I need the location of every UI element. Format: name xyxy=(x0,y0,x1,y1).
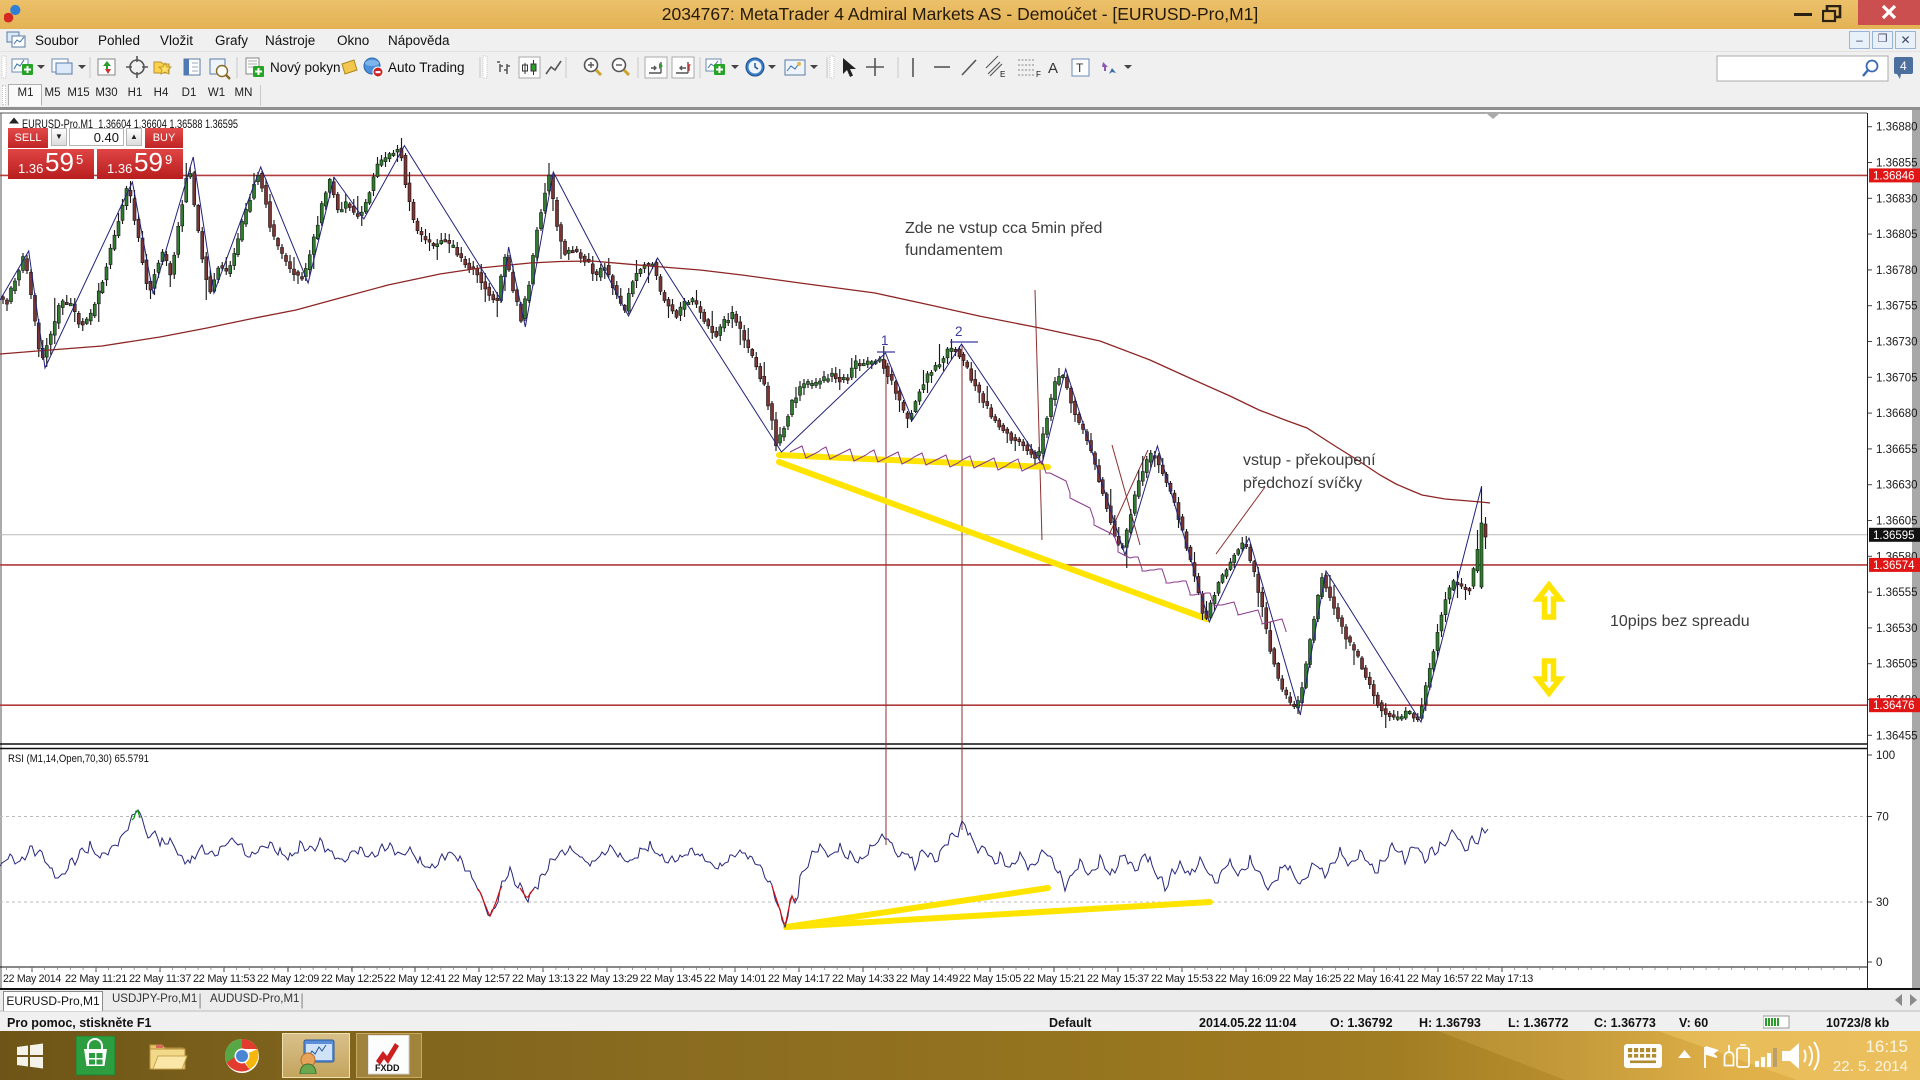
svg-text:FXDD: FXDD xyxy=(375,1063,400,1073)
svg-text:E: E xyxy=(1000,70,1005,79)
svg-text:1.36605: 1.36605 xyxy=(1876,516,1918,528)
svg-text:1: 1 xyxy=(881,333,889,348)
svg-text:Zde ne vstup cca 5min před: Zde ne vstup cca 5min před xyxy=(905,220,1102,237)
svg-text:70: 70 xyxy=(1876,812,1889,824)
svg-text:2: 2 xyxy=(955,324,963,339)
svg-text:22 May 15:05: 22 May 15:05 xyxy=(959,973,1021,985)
svg-text:22 May 12:57: 22 May 12:57 xyxy=(448,973,510,985)
svg-text:22 May 15:21: 22 May 15:21 xyxy=(1023,973,1085,985)
svg-text:fundamentem: fundamentem xyxy=(905,242,1003,259)
svg-text:předchozí svíčky: předchozí svíčky xyxy=(1243,475,1362,492)
svg-text:Nový pokyn: Nový pokyn xyxy=(270,60,341,75)
svg-text:1.36846: 1.36846 xyxy=(1873,170,1915,182)
svg-text:1.36655: 1.36655 xyxy=(1876,444,1918,456)
svg-text:22 May 17:13: 22 May 17:13 xyxy=(1471,973,1533,985)
svg-text:vstup - překoupení: vstup - překoupení xyxy=(1243,452,1376,469)
svg-text:1.36574: 1.36574 xyxy=(1873,560,1915,572)
svg-text:1.36455: 1.36455 xyxy=(1876,730,1918,742)
svg-text:1.36705: 1.36705 xyxy=(1876,372,1918,384)
svg-text:4: 4 xyxy=(1900,59,1907,73)
svg-text:22 May 16:57: 22 May 16:57 xyxy=(1407,973,1469,985)
svg-text:1.36630: 1.36630 xyxy=(1876,480,1918,492)
svg-text:22 May 15:53: 22 May 15:53 xyxy=(1151,973,1213,985)
svg-text:22 May 14:33: 22 May 14:33 xyxy=(832,973,894,985)
svg-text:100: 100 xyxy=(1876,750,1895,762)
svg-text:22 May 11:53: 22 May 11:53 xyxy=(193,973,255,985)
svg-text:1.36505: 1.36505 xyxy=(1876,659,1918,671)
svg-text:1.36780: 1.36780 xyxy=(1876,265,1918,277)
svg-text:1.36730: 1.36730 xyxy=(1876,337,1918,349)
svg-text:A: A xyxy=(1048,60,1058,77)
svg-text:1.36805: 1.36805 xyxy=(1876,229,1918,241)
svg-text:22 May 14:17: 22 May 14:17 xyxy=(768,973,830,985)
svg-text:1.36530: 1.36530 xyxy=(1876,623,1918,635)
svg-text:22 May 11:21: 22 May 11:21 xyxy=(65,973,127,985)
svg-text:22 May 14:01: 22 May 14:01 xyxy=(704,973,766,985)
svg-text:22 May 16:25: 22 May 16:25 xyxy=(1279,973,1341,985)
svg-text:1.36880: 1.36880 xyxy=(1876,122,1918,134)
svg-text:Auto Trading: Auto Trading xyxy=(388,60,465,75)
svg-text:22 May 14:49: 22 May 14:49 xyxy=(896,973,958,985)
svg-text:T: T xyxy=(1076,61,1084,75)
svg-text:1.36830: 1.36830 xyxy=(1876,193,1918,205)
svg-text:22 May 12:25: 22 May 12:25 xyxy=(321,973,383,985)
svg-text:22 May 11:37: 22 May 11:37 xyxy=(129,973,191,985)
svg-text:RSI (M1,14,Open,70,30) 65.5791: RSI (M1,14,Open,70,30) 65.5791 xyxy=(8,753,149,765)
svg-text:1.36476: 1.36476 xyxy=(1873,700,1915,712)
svg-text:22 May 2014: 22 May 2014 xyxy=(3,973,61,985)
svg-text:22 May 16:41: 22 May 16:41 xyxy=(1343,973,1405,985)
svg-text:1.36555: 1.36555 xyxy=(1876,587,1918,599)
svg-text:1.36755: 1.36755 xyxy=(1876,301,1918,313)
svg-text:10pips bez spreadu: 10pips bez spreadu xyxy=(1610,613,1750,630)
svg-text:1.36680: 1.36680 xyxy=(1876,408,1918,420)
svg-text:22 May 12:09: 22 May 12:09 xyxy=(257,973,319,985)
svg-text:22 May 13:45: 22 May 13:45 xyxy=(640,973,702,985)
svg-text:22 May 15:37: 22 May 15:37 xyxy=(1087,973,1149,985)
svg-text:22 May 13:29: 22 May 13:29 xyxy=(576,973,638,985)
svg-text:22 May 12:41: 22 May 12:41 xyxy=(384,973,446,985)
svg-text:1.36855: 1.36855 xyxy=(1876,158,1918,170)
svg-text:22 May 16:09: 22 May 16:09 xyxy=(1215,973,1277,985)
svg-text:1.36595: 1.36595 xyxy=(1873,530,1915,542)
svg-text:22 May 13:13: 22 May 13:13 xyxy=(512,973,574,985)
svg-text:30: 30 xyxy=(1876,897,1889,909)
svg-text:F: F xyxy=(1036,70,1041,79)
svg-text:0: 0 xyxy=(1876,957,1882,969)
